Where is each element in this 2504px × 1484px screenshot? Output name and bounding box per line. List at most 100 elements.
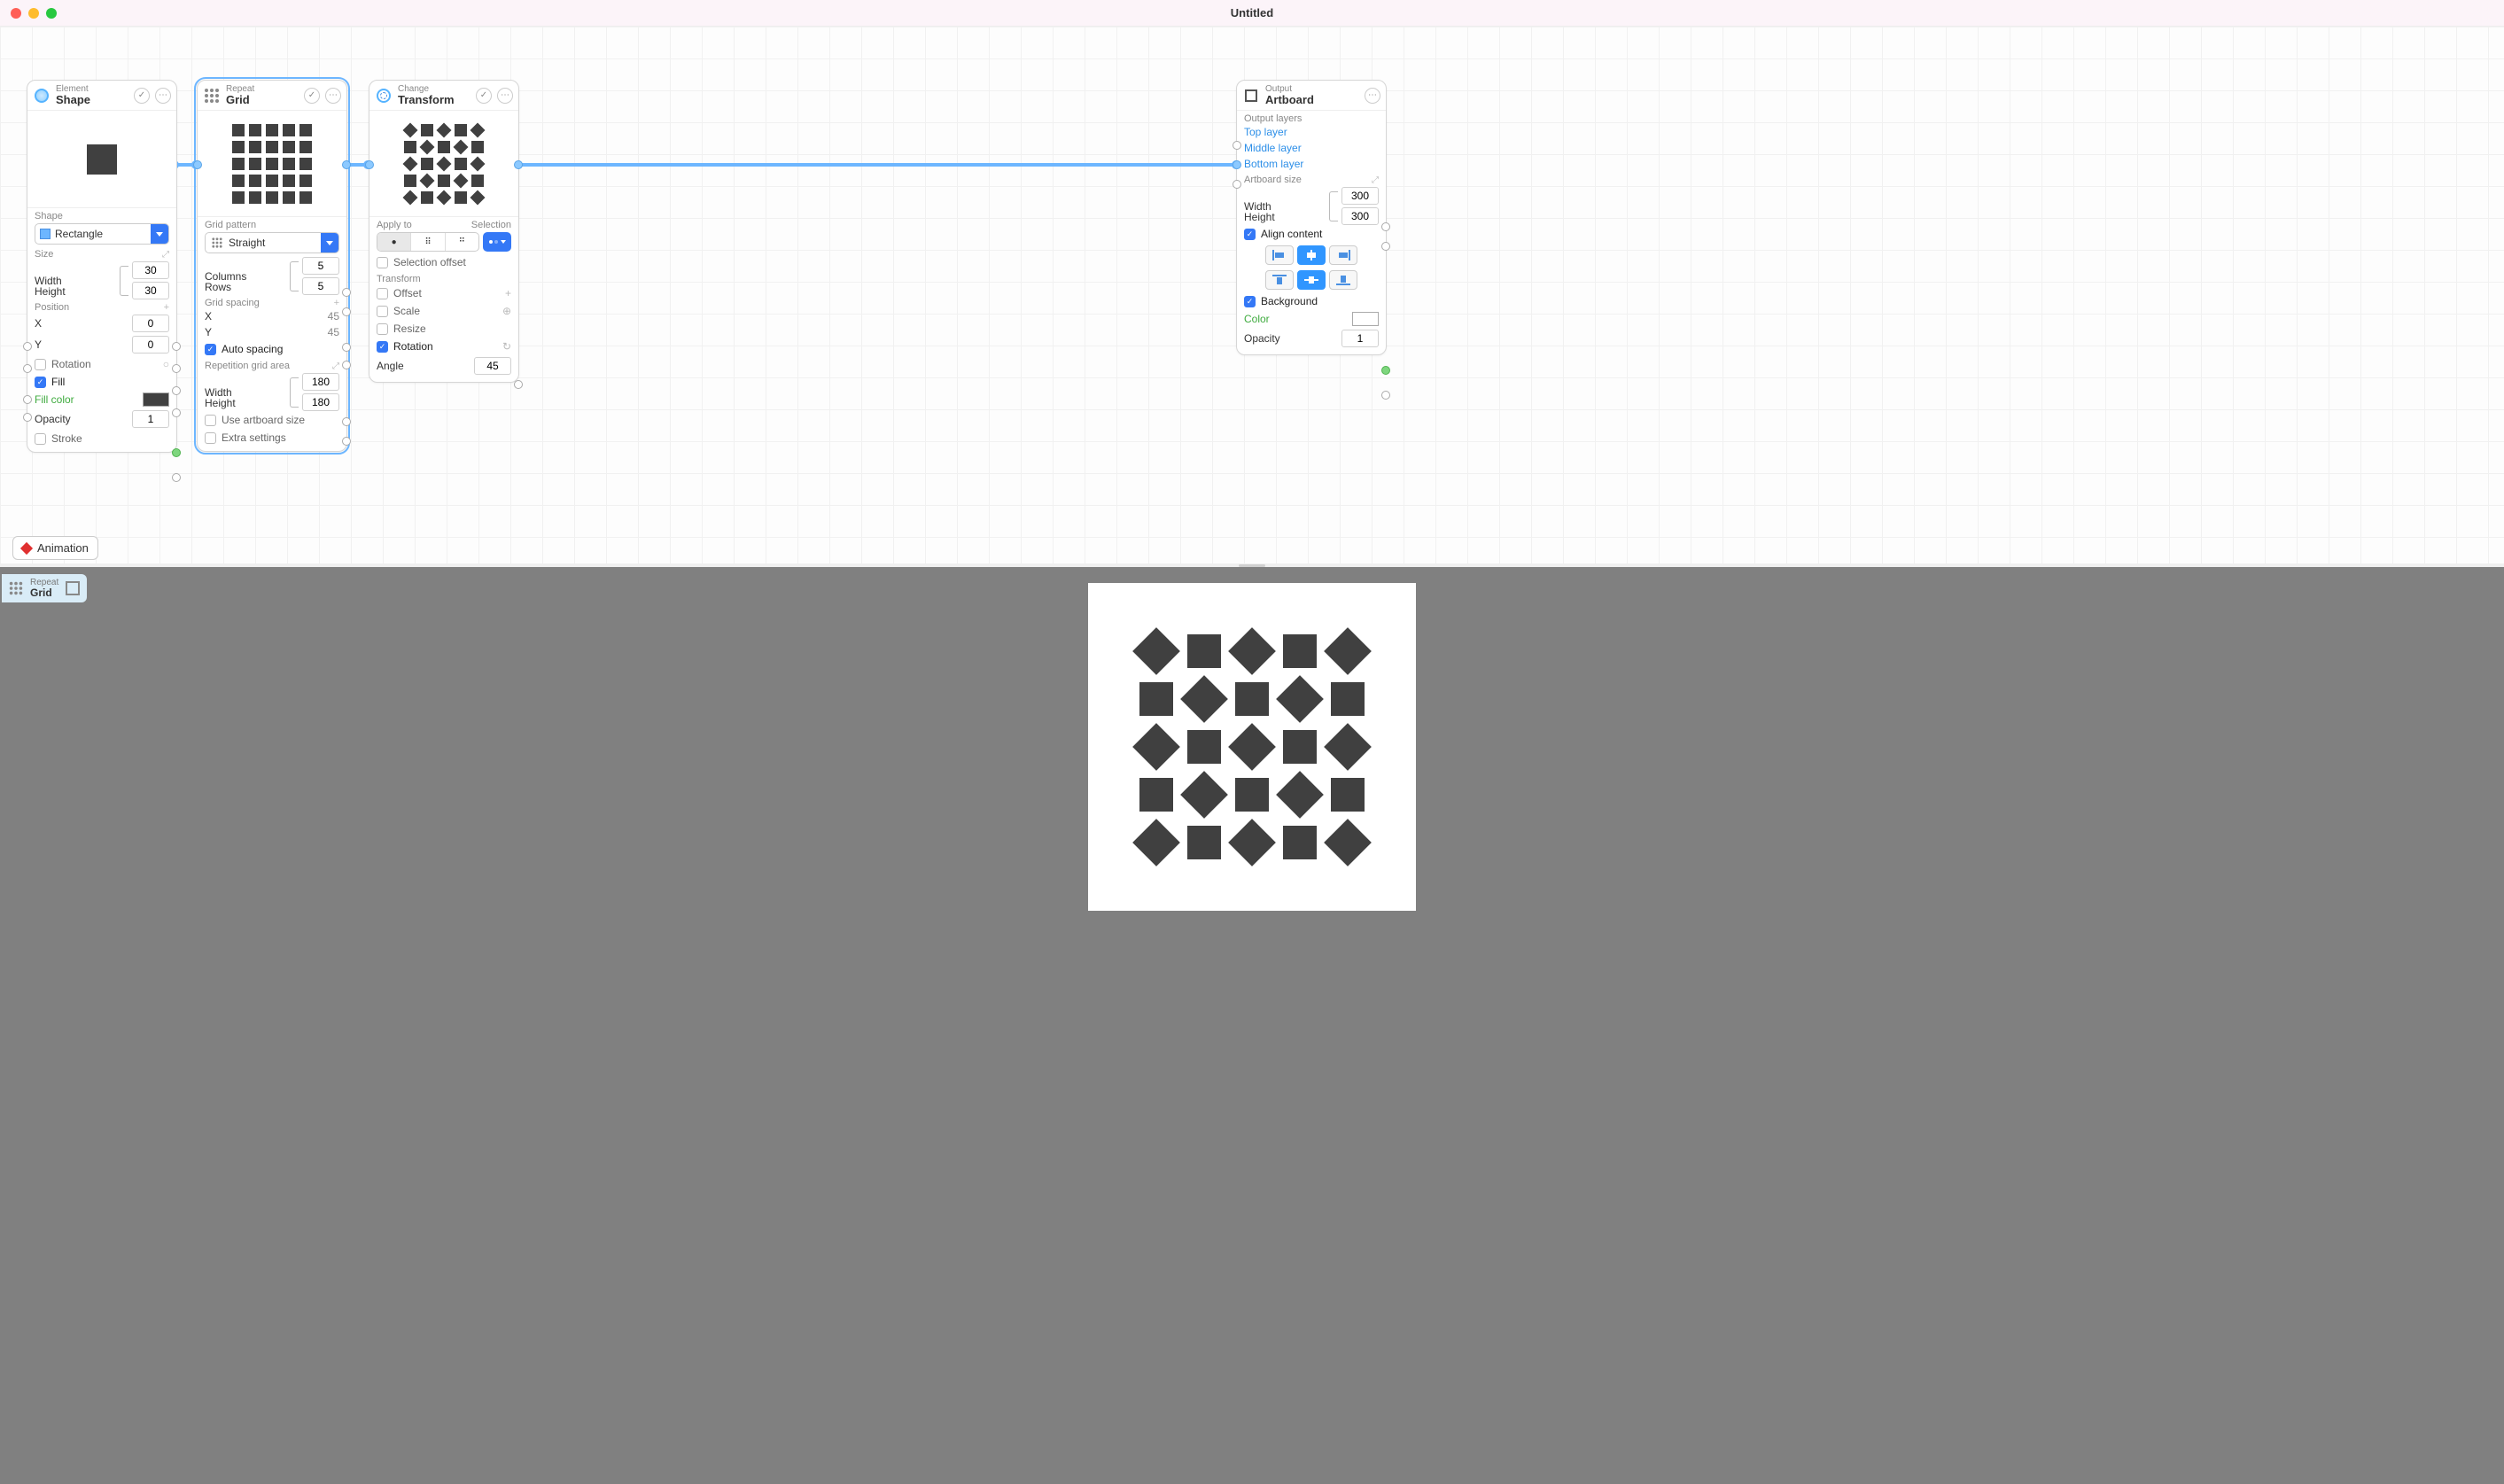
output-port[interactable] bbox=[514, 380, 523, 389]
input-port[interactable] bbox=[365, 160, 374, 169]
input-port[interactable] bbox=[23, 413, 32, 422]
angle-input[interactable] bbox=[474, 357, 511, 375]
x-input[interactable] bbox=[132, 315, 169, 332]
output-port[interactable] bbox=[342, 437, 351, 446]
artboard-icon[interactable] bbox=[66, 581, 80, 595]
output-port[interactable] bbox=[172, 386, 181, 395]
input-port[interactable] bbox=[23, 342, 32, 351]
output-port[interactable] bbox=[342, 417, 351, 426]
auto-spacing-checkbox[interactable] bbox=[205, 344, 216, 355]
stroke-checkbox[interactable] bbox=[35, 433, 46, 445]
output-port[interactable] bbox=[342, 343, 351, 352]
output-port[interactable] bbox=[172, 342, 181, 351]
apply-all-button[interactable]: ● bbox=[377, 233, 411, 251]
link-icon[interactable] bbox=[290, 377, 299, 408]
align-top-button[interactable] bbox=[1265, 270, 1294, 290]
node-artboard[interactable]: Output Artboard ⋯ Output layers Top laye… bbox=[1236, 80, 1387, 355]
align-left-button[interactable] bbox=[1265, 245, 1294, 265]
add-icon[interactable]: + bbox=[164, 302, 169, 313]
ab-height-input[interactable] bbox=[1341, 207, 1379, 225]
color-output-port[interactable] bbox=[172, 448, 181, 457]
node-header[interactable]: Change Transform ✓ ⋯ bbox=[369, 81, 518, 111]
opacity-input[interactable] bbox=[132, 410, 169, 428]
node-header[interactable]: Repeat Grid ✓ ⋯ bbox=[198, 81, 346, 111]
apply-alt-button[interactable]: ⠛ bbox=[446, 233, 478, 251]
output-port[interactable] bbox=[342, 288, 351, 297]
align-hcenter-button[interactable] bbox=[1297, 245, 1326, 265]
input-port-bottom[interactable] bbox=[1233, 180, 1241, 189]
selection-dropdown[interactable] bbox=[483, 232, 511, 252]
align-right-button[interactable] bbox=[1329, 245, 1357, 265]
y-input[interactable] bbox=[132, 336, 169, 354]
node-menu-button[interactable]: ⋯ bbox=[497, 88, 513, 104]
output-port[interactable] bbox=[342, 307, 351, 316]
color-output-port[interactable] bbox=[1381, 366, 1390, 375]
node-menu-button[interactable]: ⋯ bbox=[155, 88, 171, 104]
node-header[interactable]: Output Artboard ⋯ bbox=[1237, 81, 1386, 111]
node-transform[interactable]: Change Transform ✓ ⋯ Apply toSelection ●… bbox=[369, 80, 519, 383]
rotation-checkbox[interactable] bbox=[35, 359, 46, 370]
resize-checkbox[interactable] bbox=[377, 323, 388, 335]
settings-icon[interactable]: ⊕ bbox=[502, 305, 511, 317]
output-port[interactable] bbox=[514, 160, 523, 169]
fullscreen-window-button[interactable] bbox=[46, 8, 57, 19]
input-port-top[interactable] bbox=[1233, 141, 1241, 150]
add-icon[interactable]: + bbox=[334, 298, 339, 308]
output-port[interactable] bbox=[1381, 242, 1390, 251]
input-port[interactable] bbox=[23, 364, 32, 373]
expand-icon[interactable]: ⤢ bbox=[332, 361, 339, 371]
apply-to-segmented[interactable]: ● ⠿ ⠛ bbox=[377, 232, 479, 252]
output-breadcrumb[interactable]: RepeatGrid bbox=[2, 574, 87, 602]
width-input[interactable] bbox=[132, 261, 169, 279]
grid-pattern-dropdown[interactable]: Straight bbox=[205, 232, 339, 253]
close-window-button[interactable] bbox=[11, 8, 21, 19]
align-content-checkbox[interactable] bbox=[1244, 229, 1256, 240]
node-check-button[interactable]: ✓ bbox=[134, 88, 150, 104]
bottom-layer-link[interactable]: Bottom layer bbox=[1244, 158, 1303, 170]
input-port[interactable] bbox=[23, 395, 32, 404]
scale-checkbox[interactable] bbox=[377, 306, 388, 317]
node-check-button[interactable]: ✓ bbox=[304, 88, 320, 104]
output-port[interactable] bbox=[1381, 391, 1390, 400]
align-bottom-button[interactable] bbox=[1329, 270, 1357, 290]
link-icon[interactable] bbox=[120, 266, 128, 296]
shape-type-dropdown[interactable]: Rectangle bbox=[35, 223, 169, 245]
use-artboard-checkbox[interactable] bbox=[205, 415, 216, 426]
offset-checkbox[interactable] bbox=[377, 288, 388, 299]
bg-color-swatch[interactable] bbox=[1352, 312, 1379, 326]
node-shape[interactable]: Element Shape ✓ ⋯ Shape Rectangle Size⤢ … bbox=[27, 80, 177, 453]
add-icon[interactable]: + bbox=[505, 287, 511, 299]
node-check-button[interactable]: ✓ bbox=[476, 88, 492, 104]
apply-grid-button[interactable]: ⠿ bbox=[411, 233, 445, 251]
node-grid[interactable]: Repeat Grid ✓ ⋯ Grid pattern Straight Co… bbox=[197, 80, 347, 452]
output-port[interactable] bbox=[172, 473, 181, 482]
artboard-preview[interactable] bbox=[1088, 583, 1416, 911]
output-port[interactable] bbox=[1381, 222, 1390, 231]
input-port-middle[interactable] bbox=[1233, 160, 1241, 169]
rotation-checkbox[interactable] bbox=[377, 341, 388, 353]
align-vcenter-button[interactable] bbox=[1297, 270, 1326, 290]
node-menu-button[interactable]: ⋯ bbox=[1365, 88, 1380, 104]
ab-opacity-input[interactable] bbox=[1341, 330, 1379, 347]
input-port[interactable] bbox=[193, 160, 202, 169]
node-canvas[interactable]: Element Shape ✓ ⋯ Shape Rectangle Size⤢ … bbox=[0, 27, 2504, 567]
columns-input[interactable] bbox=[302, 257, 339, 275]
node-menu-button[interactable]: ⋯ bbox=[325, 88, 341, 104]
selection-offset-checkbox[interactable] bbox=[377, 257, 388, 268]
background-checkbox[interactable] bbox=[1244, 296, 1256, 307]
output-port[interactable] bbox=[342, 361, 351, 369]
ab-width-input[interactable] bbox=[1341, 187, 1379, 205]
rotate-icon[interactable]: ↻ bbox=[502, 340, 511, 353]
minimize-window-button[interactable] bbox=[28, 8, 39, 19]
rows-input[interactable] bbox=[302, 277, 339, 295]
extra-settings-checkbox[interactable] bbox=[205, 432, 216, 444]
area-height-input[interactable] bbox=[302, 393, 339, 411]
link-icon[interactable] bbox=[1329, 191, 1338, 221]
fill-checkbox[interactable] bbox=[35, 377, 46, 388]
area-width-input[interactable] bbox=[302, 373, 339, 391]
top-layer-link[interactable]: Top layer bbox=[1244, 126, 1287, 138]
fill-color-swatch[interactable] bbox=[143, 392, 169, 407]
output-port[interactable] bbox=[342, 160, 351, 169]
rotation-port-icon[interactable]: ○ bbox=[163, 358, 169, 370]
expand-icon[interactable]: ⤢ bbox=[1372, 175, 1379, 185]
